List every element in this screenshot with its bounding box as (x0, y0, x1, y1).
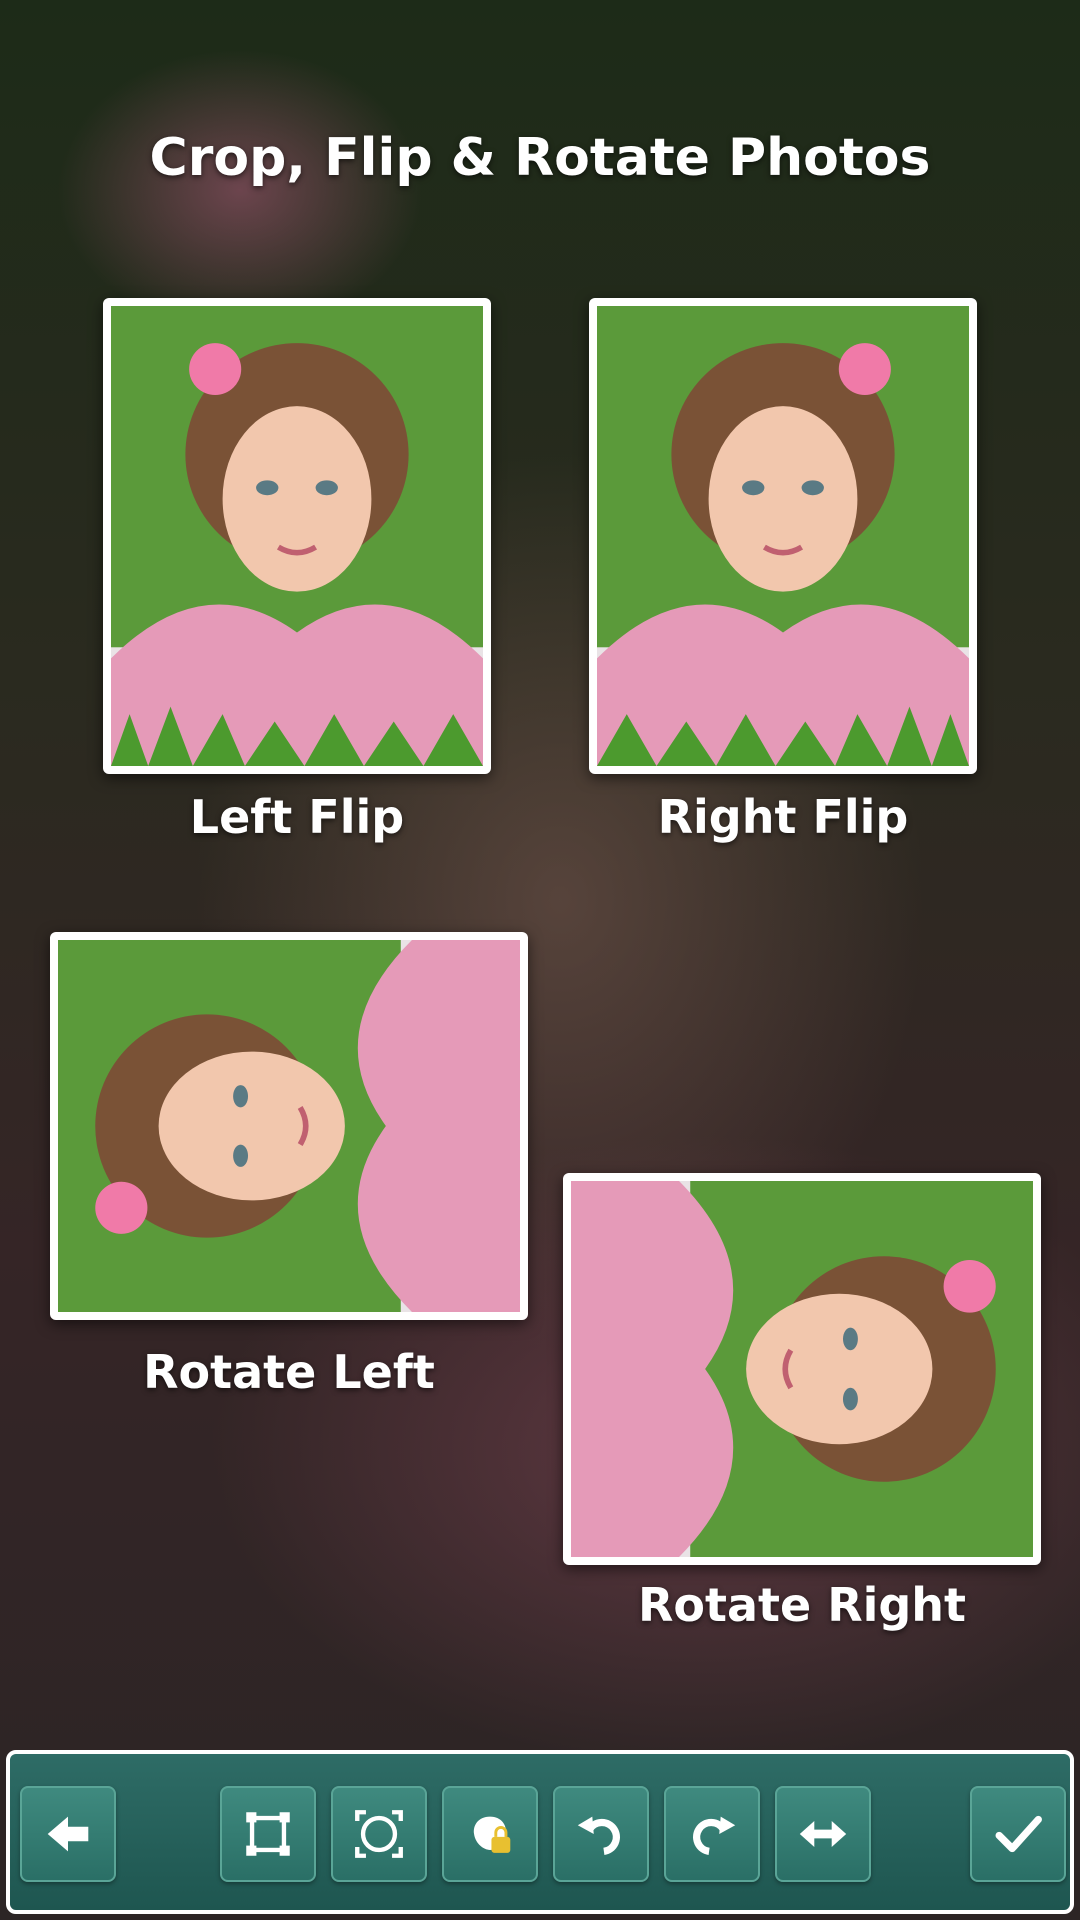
lock-shape-icon (473, 1816, 511, 1853)
rotate-right-button[interactable] (664, 1786, 760, 1882)
rotate-left-photo (50, 932, 528, 1320)
lock-shape-button[interactable] (442, 1786, 538, 1882)
crop-square-icon (246, 1812, 290, 1856)
rotate-right-photo (563, 1173, 1041, 1565)
left-flip-photo (103, 298, 491, 774)
rotate-left-button[interactable] (553, 1786, 649, 1882)
crop-circle-button[interactable] (331, 1786, 427, 1882)
rotate-right-caption: Rotate Right (637, 1578, 967, 1632)
checkmark-icon (995, 1815, 1042, 1853)
crop-circle-icon (355, 1810, 403, 1858)
rotate-left-icon (577, 1816, 620, 1855)
bottom-toolbar (6, 1750, 1074, 1914)
flip-horizontal-icon (799, 1820, 847, 1848)
right-flip-caption: Right Flip (657, 790, 909, 844)
back-button[interactable] (20, 1786, 116, 1882)
right-flip-photo (589, 298, 977, 774)
back-arrow-icon (47, 1816, 89, 1852)
crop-square-button[interactable] (220, 1786, 316, 1882)
page-title: Crop, Flip & Rotate Photos (149, 128, 931, 188)
flip-horizontal-button[interactable] (775, 1786, 871, 1882)
rotate-left-caption: Rotate Left (143, 1345, 435, 1399)
confirm-button[interactable] (970, 1786, 1066, 1882)
rotate-right-icon (693, 1816, 736, 1855)
left-flip-caption: Left Flip (189, 790, 405, 844)
